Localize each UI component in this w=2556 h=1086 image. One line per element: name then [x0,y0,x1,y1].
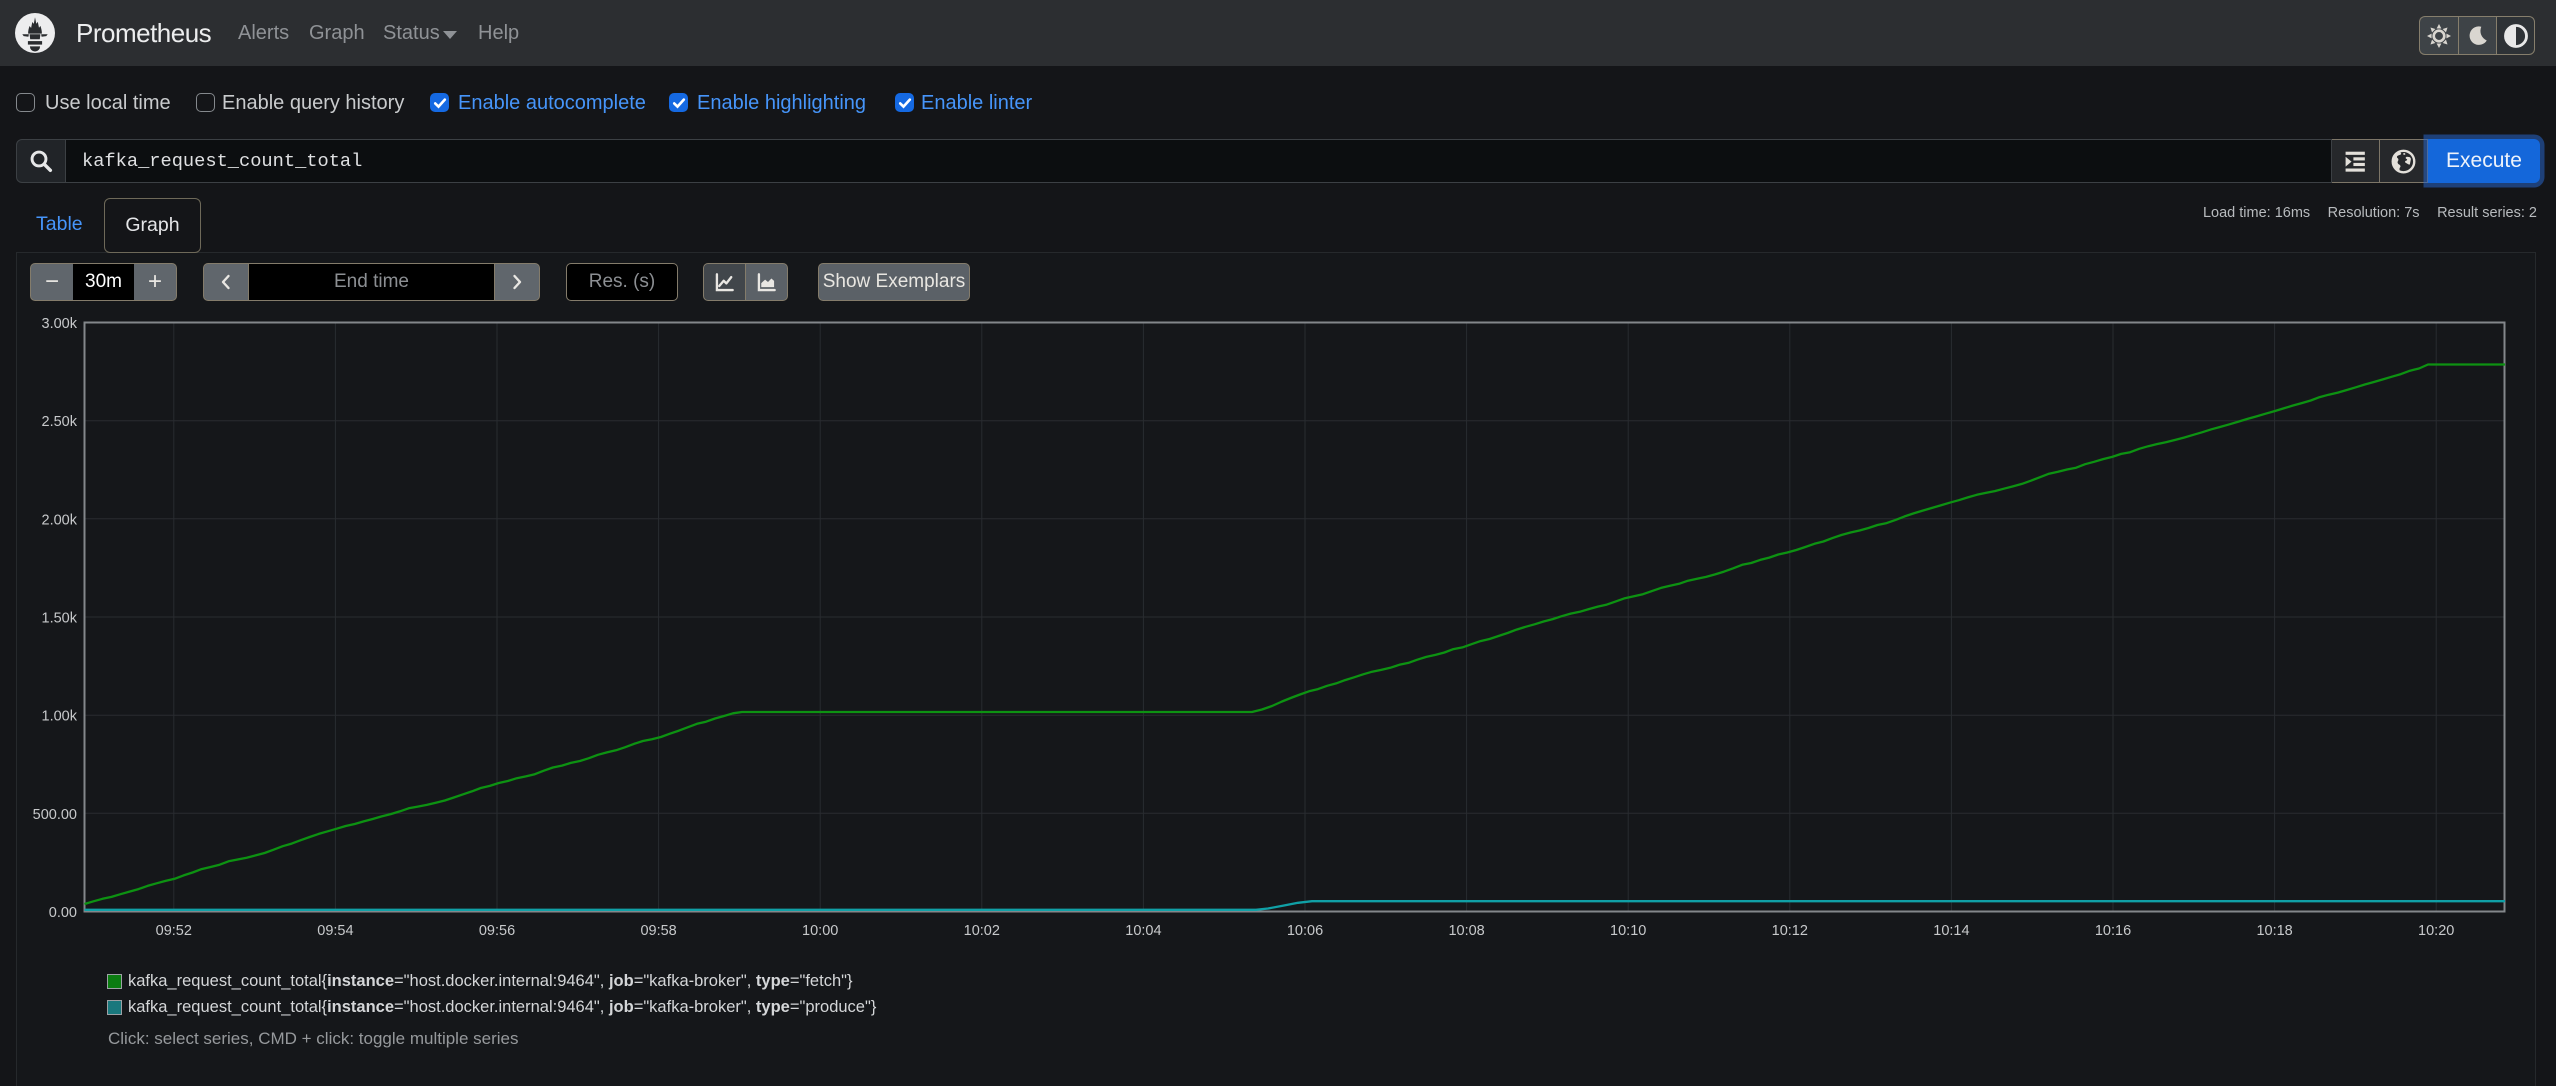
svg-text:2.50k: 2.50k [42,414,78,430]
svg-text:500.00: 500.00 [33,807,77,823]
svg-text:09:54: 09:54 [317,923,353,939]
svg-text:10:18: 10:18 [2256,923,2292,939]
svg-text:10:04: 10:04 [1125,923,1161,939]
svg-text:2.00k: 2.00k [42,512,78,528]
svg-text:1.00k: 1.00k [42,709,78,725]
svg-text:09:56: 09:56 [479,923,515,939]
svg-text:09:52: 09:52 [156,923,192,939]
svg-text:10:08: 10:08 [1448,923,1484,939]
svg-text:10:02: 10:02 [964,923,1000,939]
svg-text:0.00: 0.00 [49,905,77,921]
svg-text:10:10: 10:10 [1610,923,1646,939]
svg-text:10:06: 10:06 [1287,923,1323,939]
svg-text:10:20: 10:20 [2418,923,2454,939]
svg-text:10:16: 10:16 [2095,923,2131,939]
svg-text:1.50k: 1.50k [42,611,78,627]
svg-text:3.00k: 3.00k [42,316,78,332]
svg-text:10:00: 10:00 [802,923,838,939]
svg-text:09:58: 09:58 [640,923,676,939]
svg-text:10:12: 10:12 [1772,923,1808,939]
svg-text:10:14: 10:14 [1933,923,1969,939]
